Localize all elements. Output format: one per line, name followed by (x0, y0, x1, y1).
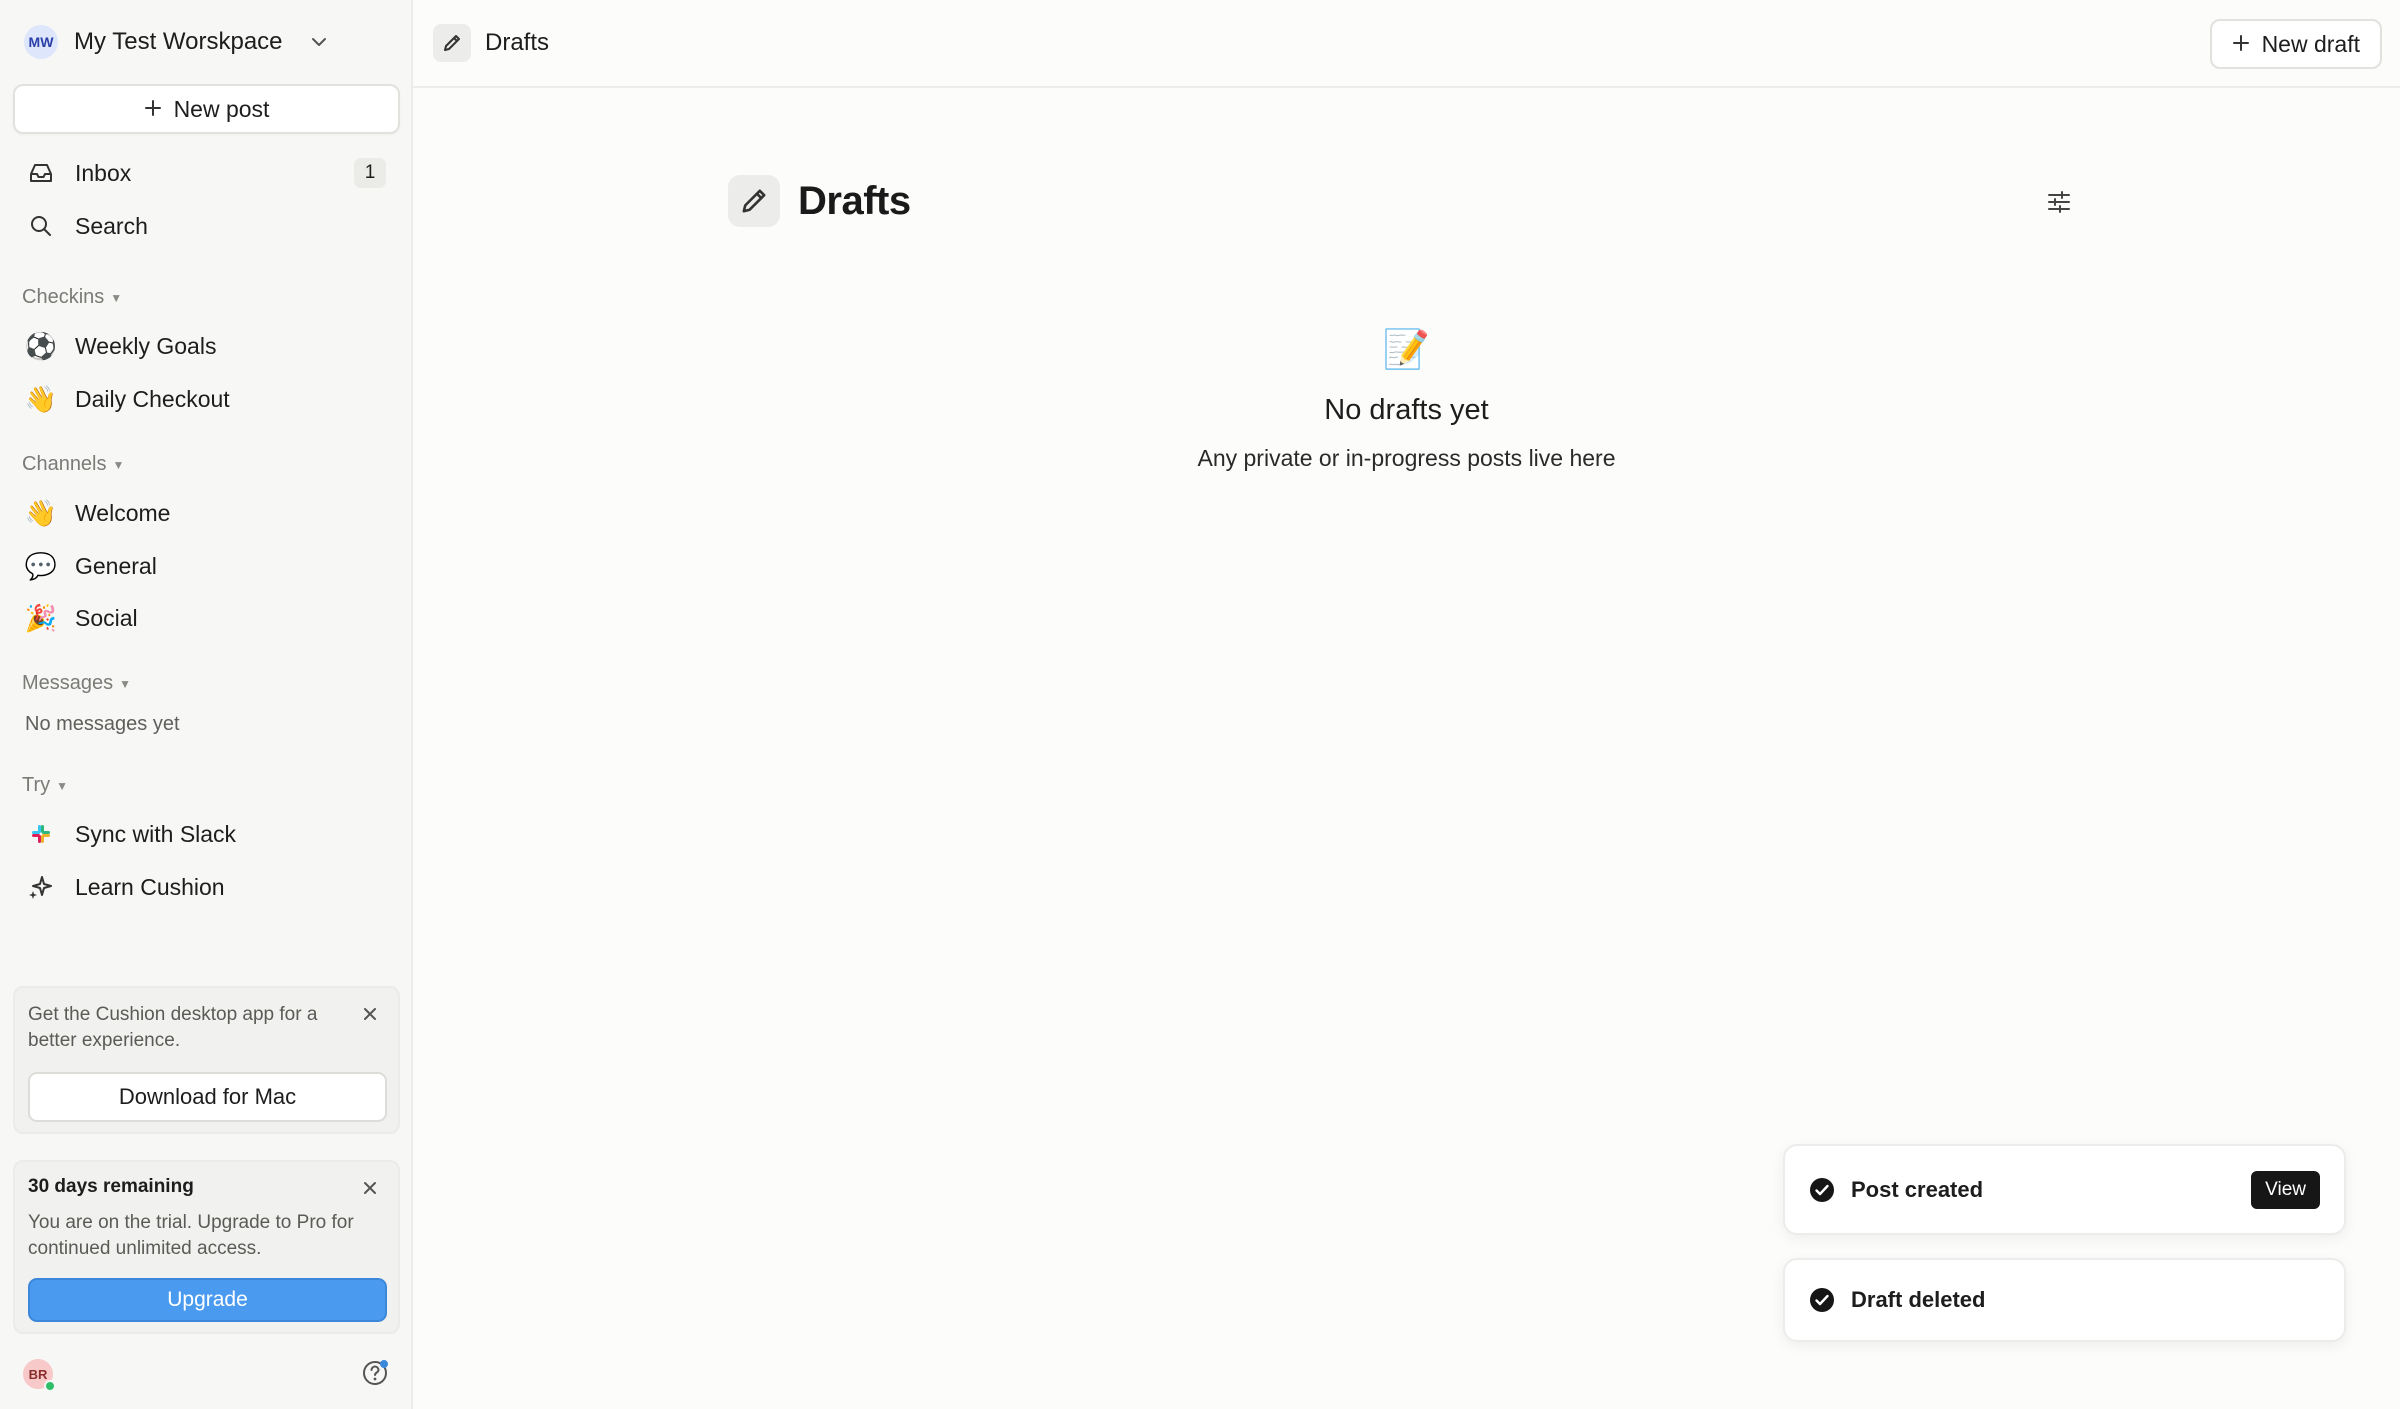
search-icon (27, 212, 55, 240)
help-icon[interactable] (360, 1358, 390, 1388)
trial-title: 30 days remaining (28, 1176, 194, 1197)
sidebar-item-weekly-goals[interactable]: ⚽ Weekly Goals (13, 323, 400, 369)
sidebar-item-social[interactable]: 🎉 Social (13, 595, 400, 641)
new-post-button[interactable]: New post (13, 84, 400, 134)
toast-text: Post created (1851, 1176, 1984, 1202)
sliders-icon (2048, 191, 2070, 213)
sidebar-item-label: Weekly Goals (75, 332, 217, 359)
section-title: Try (22, 774, 51, 796)
pencil-icon (728, 175, 780, 227)
close-promo-button[interactable] (358, 1002, 382, 1026)
sidebar-item-learn-cushion[interactable]: Learn Cushion (13, 864, 400, 910)
download-for-mac-button[interactable]: Download for Mac (28, 1072, 387, 1122)
view-post-button[interactable]: View (2251, 1170, 2320, 1209)
new-draft-label: New draft (2261, 30, 2360, 57)
plus-icon (144, 96, 162, 123)
slack-icon (27, 820, 55, 848)
upgrade-button[interactable]: Upgrade (28, 1278, 387, 1322)
inbox-count-badge: 1 (354, 158, 386, 188)
section-title: Channels (22, 453, 107, 475)
toast-draft-deleted: Draft deleted (1783, 1258, 2346, 1342)
close-icon (364, 1182, 376, 1194)
section-title: Messages (22, 672, 114, 694)
page-header: Drafts (728, 175, 911, 227)
speech-bubble-icon: 💬 (24, 551, 58, 581)
user-initials: BR (28, 1366, 48, 1382)
sidebar-item-label: Welcome (75, 499, 171, 526)
sidebar-item-search[interactable]: Search (13, 203, 400, 249)
check-circle-icon (1810, 1288, 1834, 1312)
sidebar-item-general[interactable]: 💬 General (13, 543, 400, 589)
close-icon (364, 1008, 376, 1020)
sidebar-item-sync-slack[interactable]: Sync with Slack (13, 811, 400, 857)
section-title: Checkins (22, 286, 105, 308)
trial-text: You are on the trial. Upgrade to Pro for… (28, 1212, 354, 1259)
toast-post-created: Post created View (1783, 1144, 2346, 1235)
messages-empty-text: No messages yet (25, 713, 180, 735)
caret-down-icon: ▼ (112, 457, 125, 472)
filter-settings-button[interactable] (2043, 186, 2075, 218)
user-avatar[interactable]: BR (23, 1359, 56, 1392)
empty-state-subtitle: Any private or in-progress posts live he… (1197, 445, 1616, 471)
caret-down-icon: ▼ (56, 778, 69, 793)
sidebar-item-label: Daily Checkout (75, 385, 230, 412)
workspace-name: My Test Worskpace (74, 28, 283, 55)
page-title: Drafts (798, 178, 911, 223)
soccer-ball-icon: ⚽ (24, 331, 58, 361)
plus-icon (2232, 31, 2250, 58)
caret-down-icon: ▼ (119, 676, 132, 691)
toast-text: Draft deleted (1851, 1287, 1986, 1312)
party-popper-icon: 🎉 (24, 603, 58, 633)
caret-down-icon: ▼ (110, 290, 123, 305)
sidebar-item-label: General (75, 552, 157, 579)
pencil-icon (433, 24, 471, 62)
sidebar-item-inbox[interactable]: Inbox 1 (13, 150, 400, 196)
section-channels[interactable]: Channels ▼ (22, 453, 124, 476)
sidebar-item-daily-checkout[interactable]: 👋 Daily Checkout (13, 376, 400, 422)
sidebar-item-welcome[interactable]: 👋 Welcome (13, 490, 400, 536)
sidebar-item-label: Social (75, 604, 138, 631)
section-try[interactable]: Try ▼ (22, 774, 68, 797)
sidebar-item-label: Inbox (75, 159, 132, 186)
sidebar-item-label: Learn Cushion (75, 873, 225, 900)
waving-hand-icon: 👋 (24, 498, 58, 528)
inbox-icon (27, 159, 55, 187)
topbar: Drafts New draft (413, 0, 2400, 88)
chevron-down-icon (311, 37, 327, 47)
online-status-dot (44, 1380, 56, 1392)
workspace-avatar: MW (24, 25, 58, 59)
trial-card: 30 days remaining You are on the trial. … (13, 1160, 400, 1334)
check-circle-icon (1810, 1177, 1834, 1202)
promo-text: Get the Cushion desktop app for a better… (28, 1004, 318, 1051)
waving-hand-icon: 👋 (24, 384, 58, 414)
new-post-label: New post (173, 95, 270, 122)
desktop-app-promo: Get the Cushion desktop app for a better… (13, 986, 400, 1134)
section-checkins[interactable]: Checkins ▼ (22, 286, 122, 309)
sidebar-item-label: Sync with Slack (75, 820, 237, 847)
main-content: Drafts New draft Drafts 📝 No drafts yet (413, 0, 2400, 1409)
sparkle-icon (27, 873, 55, 901)
memo-icon: 📝 (1382, 329, 1431, 371)
topbar-title: Drafts (485, 29, 550, 56)
sidebar-item-label: Search (75, 212, 148, 239)
sidebar: MW My Test Worskpace New post Inbox 1 Se… (0, 0, 413, 1409)
empty-state-title: No drafts yet (1324, 394, 1489, 426)
section-messages[interactable]: Messages ▼ (22, 672, 131, 695)
workspace-switcher[interactable]: MW My Test Worskpace (0, 0, 411, 84)
app-window: MW My Test Worskpace New post Inbox 1 Se… (0, 0, 2400, 1409)
new-draft-button[interactable]: New draft (2209, 19, 2382, 69)
empty-state: 📝 No drafts yet Any private or in-progre… (413, 326, 2400, 472)
close-trial-button[interactable] (358, 1176, 382, 1200)
